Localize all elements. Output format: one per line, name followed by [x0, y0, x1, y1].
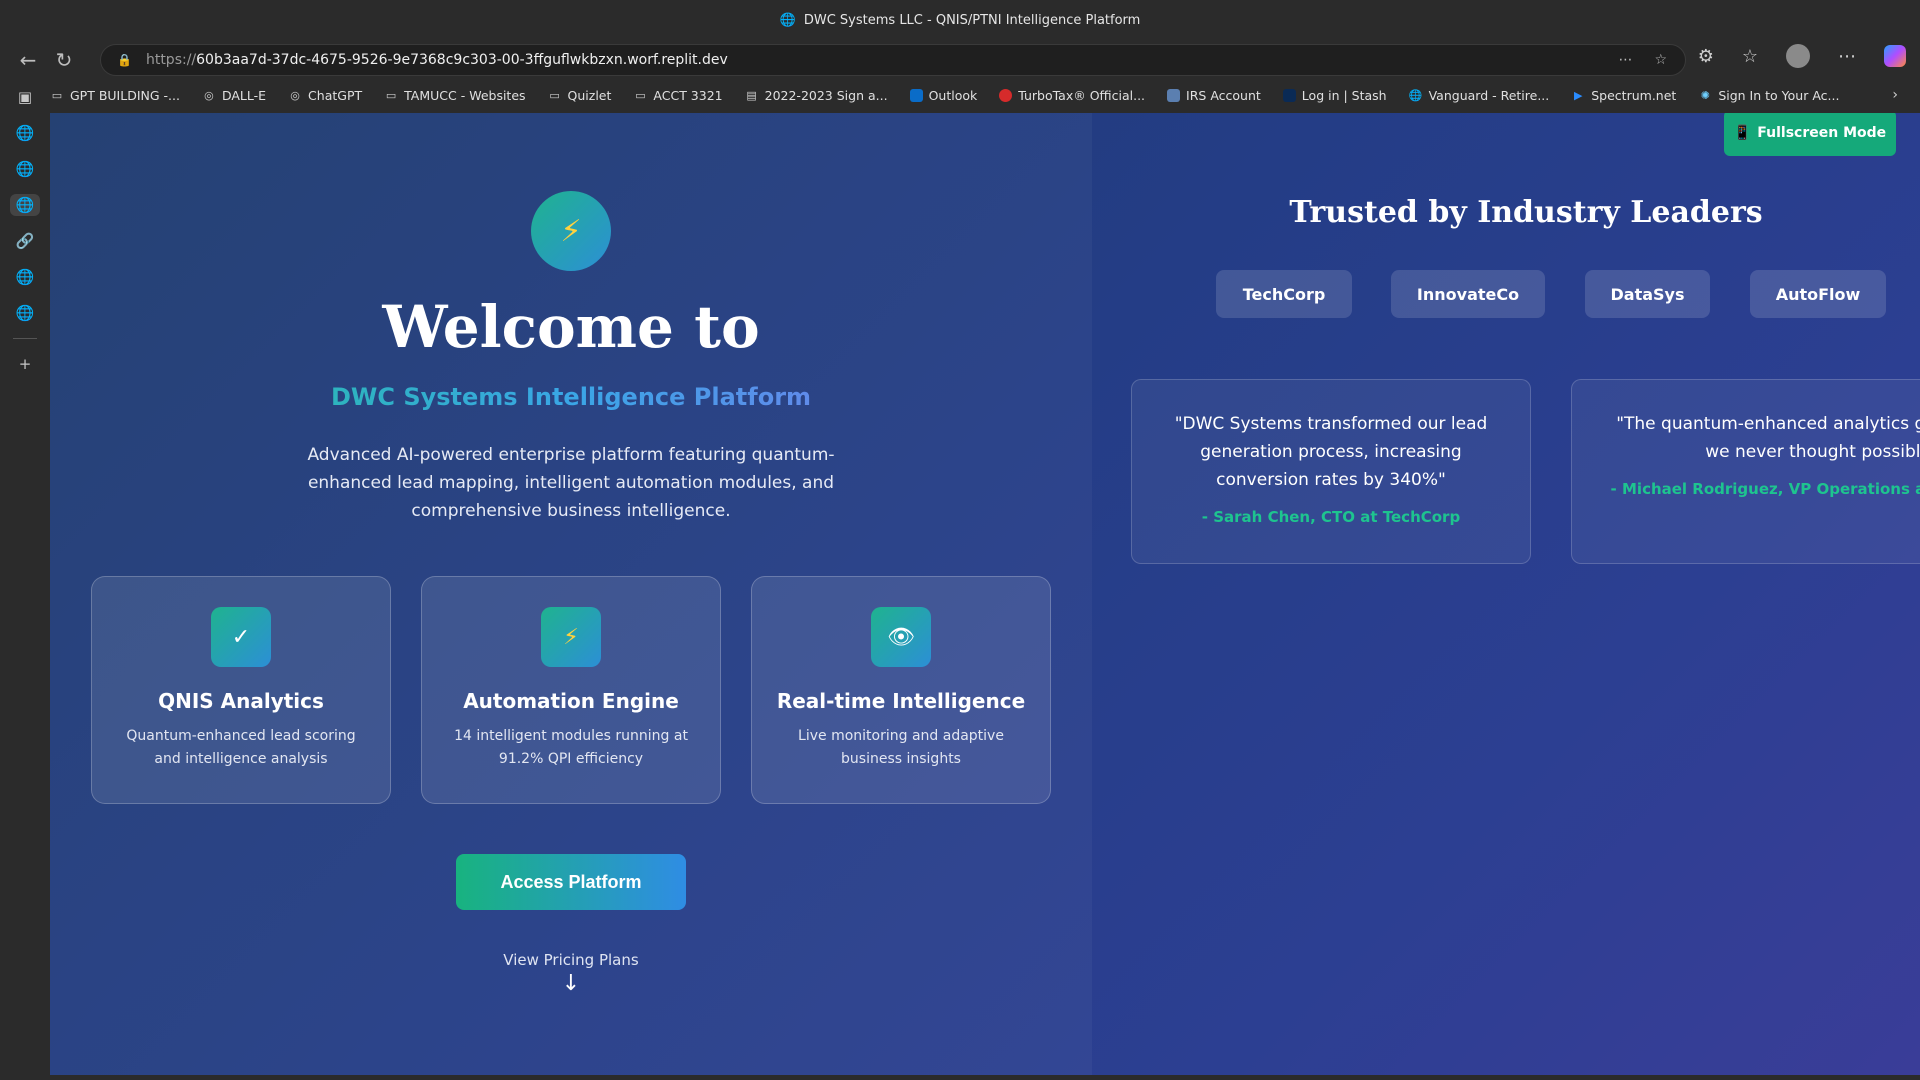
back-icon[interactable]: ← — [12, 44, 44, 76]
feature-card-automation-engine: ⚡ Automation Engine 14 intelligent modul… — [421, 576, 721, 804]
bookmark-item[interactable]: 🌐 Vanguard - Retire... — [1409, 88, 1550, 103]
feature-title: Real-time Intelligence — [776, 689, 1026, 713]
star-burst-icon: ✺ — [1700, 88, 1710, 102]
arrow-down-icon[interactable]: ↓ — [50, 971, 1092, 996]
irs-icon — [1167, 88, 1181, 102]
bookmark-item[interactable]: TurboTax® Official... — [999, 88, 1145, 103]
window-titlebar: 🌐 DWC Systems LLC - QNIS/PTNI Intelligen… — [0, 0, 1920, 40]
feature-description: 14 intelligent modules running at 91.2% … — [454, 728, 688, 767]
more-menu-icon[interactable]: ⋯ — [1838, 46, 1856, 67]
tab-globe-icon[interactable]: 🌐 — [10, 122, 40, 144]
hero-description: Advanced AI-powered enterprise platform … — [307, 445, 835, 521]
document-icon: ▤ — [746, 88, 757, 102]
tab-link-icon[interactable]: 🔗 — [10, 230, 40, 252]
view-pricing-label[interactable]: View Pricing Plans — [503, 951, 638, 969]
bookmark-item[interactable]: ▭ Quizlet — [548, 88, 611, 103]
outlook-icon — [909, 88, 923, 102]
page-viewport: ⚡ Welcome to DWC Systems Intelligence Pl… — [50, 113, 1920, 1075]
bookmark-item[interactable]: Log in | Stash — [1282, 88, 1387, 103]
testimonial-card: "DWC Systems transformed our lead genera… — [1131, 379, 1531, 564]
reload-icon[interactable]: ↻ — [48, 44, 80, 76]
copilot-icon[interactable] — [1884, 45, 1906, 67]
feature-description: Live monitoring and adaptive business in… — [798, 728, 1004, 767]
feature-title: Automation Engine — [463, 689, 679, 713]
bookmark-item[interactable]: Outlook — [909, 88, 977, 103]
fullscreen-label: Fullscreen Mode — [1757, 125, 1887, 141]
globe-icon: 🌐 — [779, 12, 796, 28]
checkmark-icon: ✓ — [211, 607, 271, 667]
hero-subtitle: DWC Systems Intelligence Platform — [50, 383, 1092, 411]
bookmark-item[interactable]: ▭ ACCT 3321 — [633, 88, 722, 103]
vertical-tabs-sidebar: ▣ 🌐 🌐 🌐 🔗 🌐 🌐 + — [0, 80, 50, 1080]
extensions-icon[interactable]: ⚙ — [1698, 46, 1714, 67]
folder-icon: ▭ — [51, 88, 63, 102]
feature-title: QNIS Analytics — [158, 689, 324, 713]
lock-icon[interactable]: 🔒 — [117, 53, 132, 67]
company-logo-pill: DataSys — [1585, 270, 1710, 318]
folder-icon: ▭ — [385, 88, 397, 102]
company-logo-pill: InnovateCo — [1391, 270, 1545, 318]
trusted-title: Trusted by Industry Leaders — [1289, 195, 1763, 230]
bookmark-item[interactable]: ▶ Spectrum.net — [1571, 88, 1676, 103]
bookmarks-bar: ▭ GPT BUILDING -... ◎ DALL-E ◎ ChatGPT ▭ TAM… — [50, 80, 1920, 110]
address-row: ← ↻ 🔒 https://60b3aa7d-37dc-4675-9526-9e… — [0, 40, 1920, 80]
folder-icon: ▭ — [635, 88, 646, 102]
view-pricing-link[interactable]: View Pricing Plans — [50, 951, 1092, 969]
bookmark-item[interactable]: ◎ DALL-E — [202, 88, 266, 103]
tab-actions-icon[interactable]: ▣ — [10, 86, 40, 108]
divider — [13, 338, 37, 339]
tab-globe-icon[interactable]: 🌐 — [10, 266, 40, 288]
bookmark-item[interactable]: ▭ TAMUCC - Websites — [384, 88, 526, 103]
testimonial-author: - Michael Rodriguez, VP Operations at In… — [1610, 480, 1920, 498]
favorites-icon[interactable]: ☆ — [1742, 46, 1758, 67]
company-logo-pill: AutoFlow — [1750, 270, 1886, 318]
testimonial-author: - Sarah Chen, CTO at TechCorp — [1201, 508, 1461, 526]
bookmark-item[interactable]: ✺ Sign In to Your Ac... — [1698, 88, 1840, 103]
testimonial-quote: "DWC Systems transformed our lead genera… — [1174, 414, 1488, 490]
reader-icon[interactable]: ⋯ — [1618, 52, 1632, 68]
phone-icon: 📱 — [1733, 125, 1752, 141]
url-text: https://60b3aa7d-37dc-4675-9526-9e7368c9… — [145, 52, 728, 68]
stash-icon — [1282, 88, 1296, 102]
turbotax-icon — [999, 88, 1013, 102]
company-logo-pill: TechCorp — [1216, 270, 1352, 318]
bookmark-item[interactable]: ▤ 2022-2023 Sign a... — [745, 88, 887, 103]
eye-icon: 👁 — [871, 607, 931, 667]
bookmark-item[interactable]: ◎ ChatGPT — [288, 88, 362, 103]
folder-icon: ▭ — [549, 88, 560, 102]
new-tab-plus-icon[interactable]: + — [10, 353, 40, 375]
hero-title: Welcome to — [382, 293, 760, 361]
fullscreen-mode-button[interactable]: 📱 Fullscreen Mode — [1724, 113, 1896, 156]
chevron-right-icon[interactable]: › — [1892, 87, 1898, 103]
testimonial-quote: "The quantum-enhanced analytics gave ins… — [1616, 414, 1920, 462]
tab-globe-icon[interactable]: 🌐 — [10, 302, 40, 324]
address-bar[interactable]: 🔒 https://60b3aa7d-37dc-4675-9526-9e7368… — [100, 44, 1686, 76]
access-platform-button[interactable]: Access Platform — [456, 854, 686, 910]
favorite-star-icon[interactable]: ☆ — [1654, 52, 1667, 68]
bookmark-item[interactable]: ▭ GPT BUILDING -... — [50, 88, 180, 103]
play-icon: ▶ — [1574, 88, 1583, 102]
openai-icon: ◎ — [290, 88, 300, 102]
window-title: DWC Systems LLC - QNIS/PTNI Intelligence… — [803, 12, 1141, 28]
openai-icon: ◎ — [204, 88, 214, 102]
globe-icon: 🌐 — [1408, 88, 1423, 102]
lightning-icon: ⚡ — [541, 607, 601, 667]
bookmark-item[interactable]: IRS Account — [1167, 88, 1261, 103]
lightning-icon: ⚡ — [531, 191, 611, 271]
feature-card-realtime-intelligence: 👁 Real-time Intelligence Live monitoring… — [751, 576, 1051, 804]
testimonial-card: "The quantum-enhanced analytics gave ins… — [1571, 379, 1920, 564]
profile-avatar[interactable] — [1786, 44, 1810, 68]
feature-card-qnis-analytics: ✓ QNIS Analytics Quantum-enhanced lead s… — [91, 576, 391, 804]
tab-globe-icon[interactable]: 🌐 — [10, 158, 40, 180]
feature-description: Quantum-enhanced lead scoring and intell… — [126, 728, 356, 767]
tab-globe-icon[interactable]: 🌐 — [10, 194, 40, 216]
